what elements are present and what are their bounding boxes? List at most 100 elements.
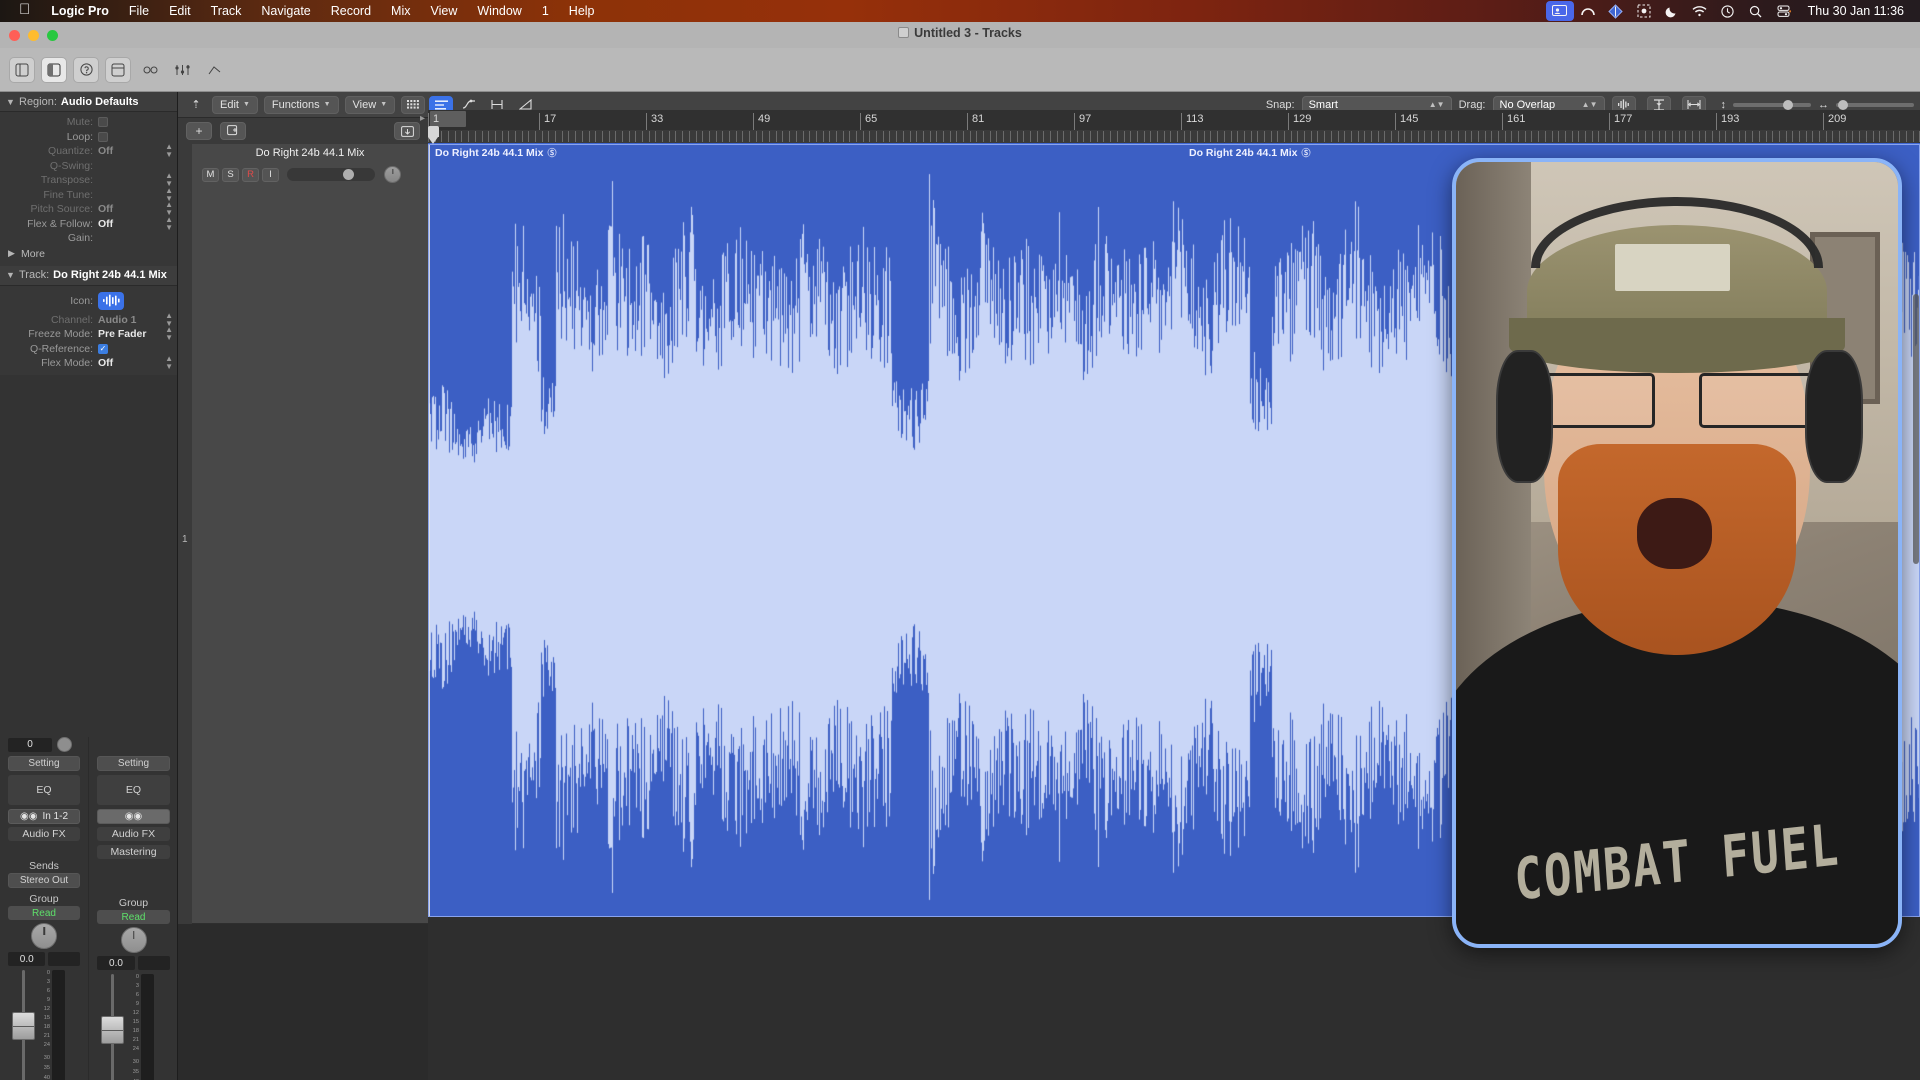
strip-input-slot[interactable]: ◉◉ In 1-2	[8, 809, 80, 824]
track-header[interactable]: Do Right 24b 44.1 Mix M S R I	[192, 144, 428, 924]
track-volume-handle[interactable]	[343, 169, 354, 180]
arrange-menu-edit[interactable]: Edit ▼	[212, 95, 258, 114]
zoom-horizontal-handle[interactable]	[1838, 99, 1848, 110]
track-record-button[interactable]: R	[242, 167, 259, 182]
strip-peak-value[interactable]	[138, 956, 170, 970]
menu-track[interactable]: Track	[201, 0, 252, 22]
inspector-row-mute[interactable]: Mute:	[0, 115, 177, 130]
inspector-track-header[interactable]: ▼ Track: Do Right 24b 44.1 Mix	[0, 265, 177, 286]
inspector-row-quantize[interactable]: Quantize: Off ▲ ▼	[0, 143, 177, 159]
track-volume-slider[interactable]	[287, 168, 375, 181]
control-center-arc-icon[interactable]	[1574, 1, 1602, 21]
mixer-icon[interactable]	[169, 57, 195, 83]
arrange-menu-functions[interactable]: Functions ▼	[263, 95, 339, 114]
track-header-name[interactable]: Do Right 24b 44.1 Mix	[192, 147, 428, 159]
menu-file[interactable]: File	[119, 0, 159, 22]
track-stack-icon[interactable]	[394, 122, 420, 140]
menu-logic-pro[interactable]: Logic Pro	[41, 0, 119, 22]
menu-window[interactable]: Window	[467, 0, 531, 22]
inspector-row-channel[interactable]: Channel: Audio 1 ▲ ▼	[0, 311, 177, 327]
strip-audio-fx[interactable]: Audio FX	[8, 827, 80, 841]
inspector-row-freezemode[interactable]: Freeze Mode: Pre Fader ▲ ▼	[0, 326, 177, 342]
strip-volume-value[interactable]: 0.0	[97, 956, 135, 970]
zoom-horizontal-slider[interactable]	[1836, 99, 1914, 110]
quick-help-icon[interactable]	[73, 56, 99, 83]
strip-output-slot[interactable]: Stereo Out	[8, 873, 80, 888]
strip-eq-display[interactable]: EQ	[97, 775, 170, 805]
menu-mix[interactable]: Mix	[381, 0, 420, 22]
strip-gain-knob[interactable]	[57, 737, 72, 752]
screenshot-selection-icon[interactable]	[1630, 1, 1658, 21]
stepper-icon[interactable]: ▲ ▼	[165, 326, 173, 342]
zoom-vertical-handle[interactable]	[1783, 99, 1793, 110]
track-solo-button[interactable]: S	[222, 167, 239, 182]
inspector-row-gain[interactable]: Gain:	[0, 231, 177, 246]
inspector-more-toggle[interactable]: ▶ More	[0, 246, 177, 262]
inspector-row-transpose[interactable]: Transpose: ▲ ▼	[0, 172, 177, 188]
navigate-up-icon[interactable]: ⇡	[184, 96, 208, 114]
mute-checkbox[interactable]	[98, 117, 108, 128]
track-mute-button[interactable]: M	[202, 167, 219, 182]
strip-volume-value[interactable]: 0.0	[8, 952, 46, 966]
chevron-down-icon[interactable]: ▼	[6, 270, 19, 280]
inspector-row-finetune[interactable]: Fine Tune: ▲ ▼	[0, 186, 177, 202]
screen-sharing-icon[interactable]	[1545, 1, 1574, 21]
grid-icon[interactable]	[401, 95, 426, 114]
menu-navigate[interactable]: Navigate	[251, 0, 320, 22]
inspector-row-flexfollow[interactable]: Flex & Follow: Off ▲ ▼	[0, 215, 177, 232]
strip-fader-handle[interactable]	[12, 1012, 35, 1040]
zoom-vertical-slider[interactable]	[1733, 99, 1811, 110]
apple-logo-icon[interactable]: 	[8, 0, 41, 22]
strip-mastering-slot[interactable]: Mastering	[97, 845, 170, 859]
menu-help[interactable]: Help	[559, 0, 605, 22]
spotlight-search-icon[interactable]	[1742, 1, 1770, 21]
loop-checkbox[interactable]	[98, 131, 108, 142]
strip-group-label[interactable]: Group	[8, 892, 80, 906]
audio-midi-diamond-icon[interactable]	[1602, 1, 1630, 21]
strip-automation-mode[interactable]: Read	[8, 906, 80, 920]
strip-output-slot-icon[interactable]: ◉◉	[97, 809, 170, 824]
zoom-horizontal-icon[interactable]: ↔	[1818, 99, 1829, 111]
control-center-icon[interactable]	[1770, 1, 1798, 21]
q-reference-checkbox[interactable]: ✓	[98, 343, 108, 354]
toolbar-toggle-icon[interactable]	[105, 56, 131, 83]
vertical-scrollbar[interactable]	[1913, 294, 1919, 564]
stepper-icon[interactable]: ▲ ▼	[165, 215, 173, 232]
track-input-monitor-button[interactable]: I	[262, 167, 279, 182]
time-machine-clock-icon[interactable]	[1714, 1, 1742, 21]
inspector-row-qreference[interactable]: Q-Reference: ✓	[0, 342, 177, 357]
strip-setting-button[interactable]: Setting	[97, 756, 170, 771]
menu-record[interactable]: Record	[321, 0, 381, 22]
strip-pan-knob[interactable]	[31, 923, 57, 949]
arrange-menu-view[interactable]: View ▼	[344, 95, 396, 114]
library-icon[interactable]	[9, 56, 35, 83]
strip-gain-value[interactable]: 0	[8, 737, 52, 752]
timeline-ruler[interactable]: ▸ 1 17 33 49 65 81 97 113 129 145 161 17…	[420, 110, 1920, 144]
pan-knob-icon[interactable]	[384, 166, 401, 183]
duplicate-track-icon[interactable]	[220, 122, 246, 140]
menu-edit[interactable]: Edit	[159, 0, 201, 22]
strip-automation-mode[interactable]: Read	[97, 910, 170, 924]
webcam-overlay[interactable]: COMBAT FUEL	[1452, 158, 1902, 948]
add-track-icon[interactable]: +	[186, 122, 212, 140]
editors-icon[interactable]	[201, 57, 227, 83]
menu-window-count[interactable]: 1	[532, 0, 559, 22]
inspector-region-header[interactable]: ▼ Region: Audio Defaults	[0, 92, 177, 112]
strip-balance-knob[interactable]	[120, 927, 147, 953]
inspector-row-qswing[interactable]: Q-Swing:	[0, 159, 177, 174]
playhead-marker[interactable]	[428, 126, 439, 144]
inspector-row-flexmode[interactable]: Flex Mode: Off ▲ ▼	[0, 355, 177, 371]
waveform-icon[interactable]	[98, 291, 124, 310]
stepper-icon[interactable]: ▲ ▼	[165, 143, 173, 159]
inspector-row-pitchsource[interactable]: Pitch Source: Off ▲ ▼	[0, 201, 177, 217]
chevron-right-icon[interactable]: ▶	[8, 248, 21, 259]
menu-view[interactable]: View	[421, 0, 468, 22]
strip-eq-display[interactable]: EQ	[8, 775, 80, 805]
wifi-icon[interactable]	[1686, 1, 1714, 21]
inspector-icon[interactable]	[41, 56, 67, 83]
inspector-row-icon[interactable]: Icon:	[0, 289, 177, 313]
strip-group-label[interactable]: Group	[97, 896, 170, 910]
inspector-row-loop[interactable]: Loop:	[0, 130, 177, 145]
zoom-vertical-icon[interactable]: ↕	[1721, 99, 1727, 111]
stepper-icon[interactable]: ▲ ▼	[165, 355, 173, 371]
